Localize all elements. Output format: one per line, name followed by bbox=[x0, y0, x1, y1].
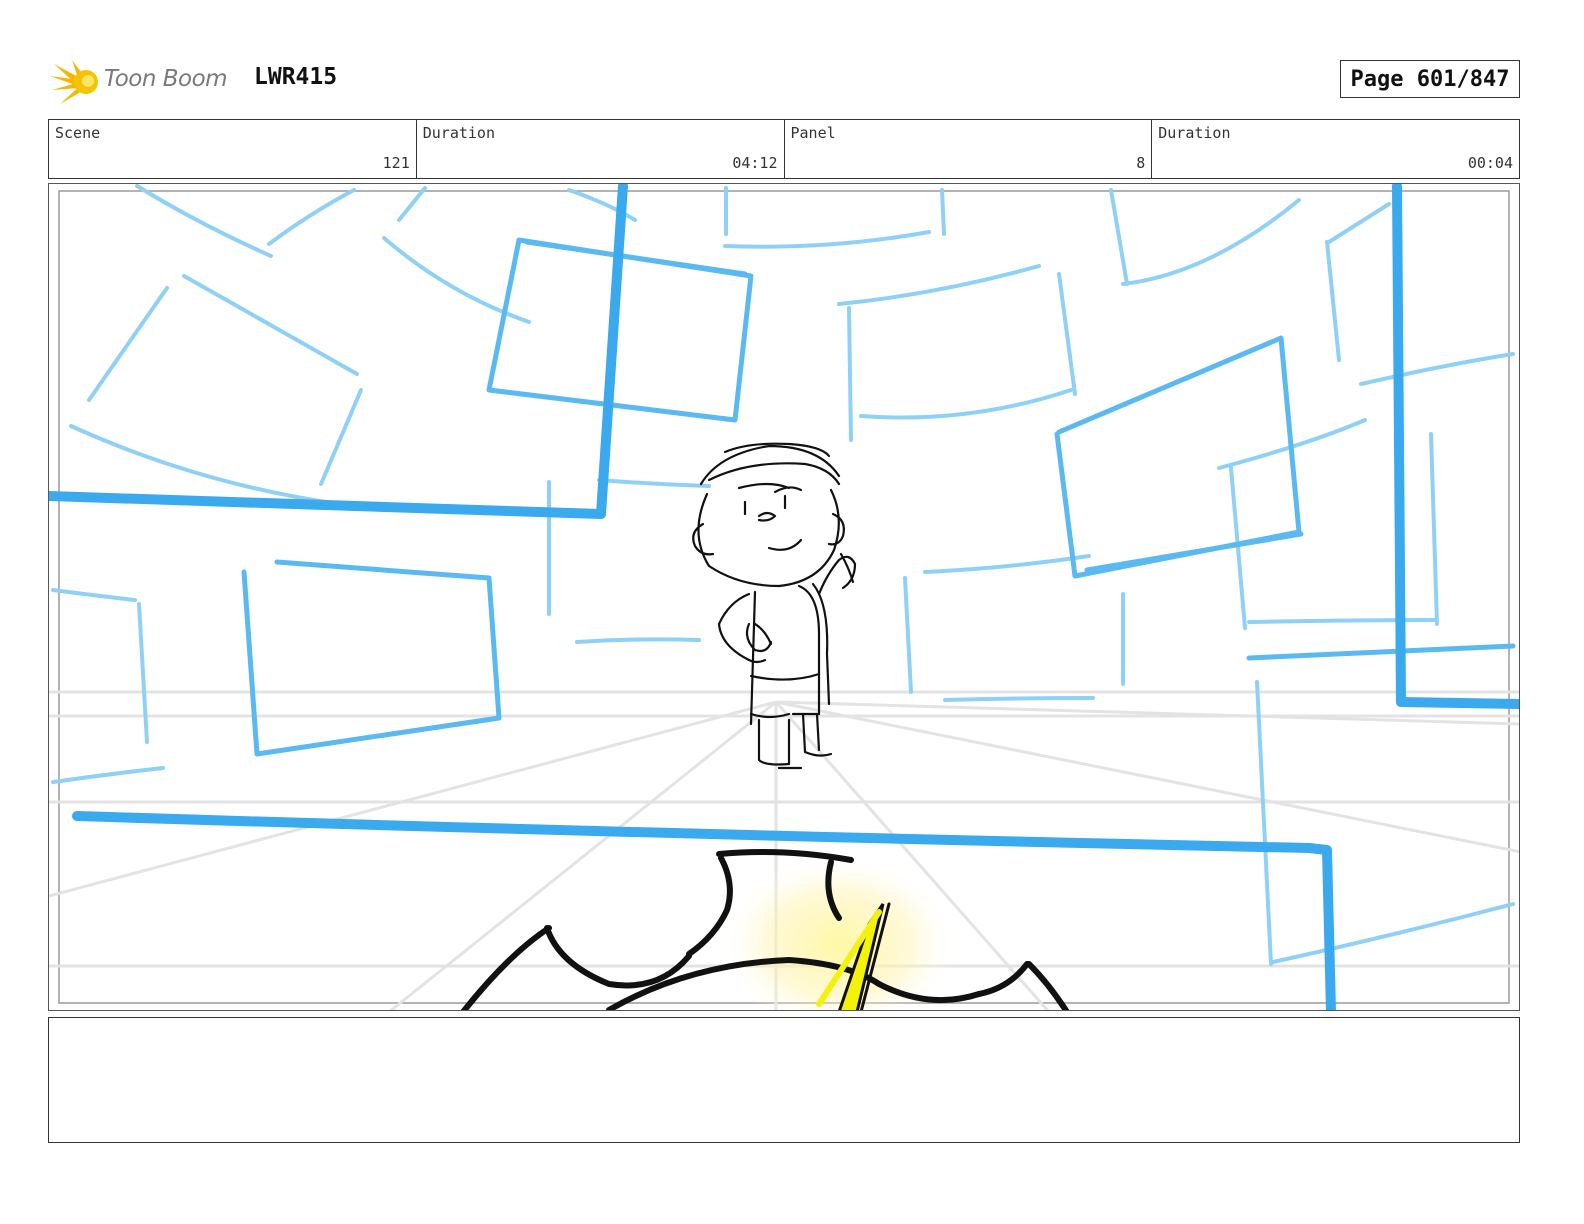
panel-sketch bbox=[49, 184, 1519, 1010]
scene-label: Scene bbox=[55, 124, 101, 142]
scene-value: 121 bbox=[382, 154, 410, 172]
storyboard-panel bbox=[48, 183, 1520, 1011]
character-kid bbox=[692, 442, 857, 770]
panel-cell: Panel 8 bbox=[785, 120, 1153, 178]
glow-effect bbox=[719, 854, 959, 1010]
page-indicator: Page 601/847 bbox=[1340, 60, 1520, 98]
project-code: LWR415 bbox=[254, 64, 338, 90]
scene-duration-value: 04:12 bbox=[732, 154, 778, 172]
panel-duration-label: Duration bbox=[1158, 124, 1231, 142]
brand-name: Toon Boom bbox=[104, 66, 228, 92]
panel-label: Panel bbox=[790, 124, 836, 142]
background-layout-medium bbox=[241, 237, 1516, 757]
starburst-icon bbox=[50, 60, 98, 104]
scene-duration-cell: Duration 04:12 bbox=[417, 120, 785, 178]
panel-info-bar: Scene 121 Duration 04:12 Panel 8 Duratio… bbox=[48, 119, 1520, 179]
panel-notes[interactable] bbox=[48, 1017, 1520, 1143]
panel-duration-value: 00:04 bbox=[1467, 154, 1513, 172]
panel-value: 8 bbox=[1136, 154, 1146, 172]
scene-cell: Scene 121 bbox=[49, 120, 417, 178]
panel-duration-cell: Duration 00:04 bbox=[1152, 120, 1519, 178]
toon-boom-logo: Toon Boom bbox=[50, 54, 240, 108]
scene-duration-label: Duration bbox=[422, 124, 495, 142]
